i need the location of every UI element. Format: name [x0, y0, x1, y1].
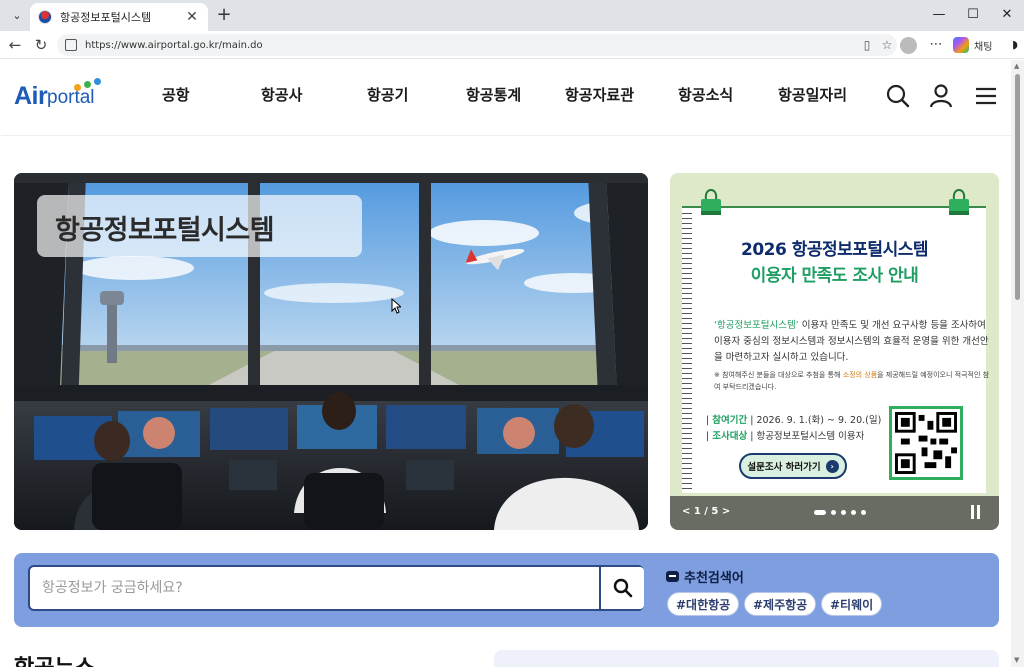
- banner-title: 2026 항공정보포털시스템: [741, 240, 929, 260]
- maximize-button[interactable]: ☐: [956, 4, 990, 26]
- nav-item-airport[interactable]: 공항: [162, 84, 190, 105]
- recommended-title-text: 추천검색어: [684, 571, 744, 586]
- search-icon: [613, 578, 632, 598]
- search-button[interactable]: [599, 567, 644, 609]
- airportal-logo[interactable]: Air portal: [14, 76, 106, 110]
- site-favicon-icon: [38, 10, 52, 24]
- keyword-chip[interactable]: #티웨이: [821, 592, 883, 616]
- banner-subtitle: 이용자 만족도 조사 안내: [750, 266, 919, 286]
- logo-dot: [74, 84, 81, 91]
- address-bar[interactable]: https://www.airportal.go.kr/main.do ▯ ☆: [57, 34, 897, 56]
- search-input[interactable]: [30, 567, 600, 609]
- window-close-button[interactable]: ✕: [990, 4, 1024, 26]
- qr-code-icon: [895, 412, 957, 474]
- next-section-panel: [494, 650, 999, 667]
- tab-actions-chevron-icon[interactable]: ⌄: [6, 5, 28, 25]
- tab-close-icon[interactable]: ✕: [184, 9, 200, 25]
- slide-dot[interactable]: [861, 510, 866, 515]
- web-page: Air portal 공항 항공사 항공기 항공통계 항공자료관 항공소식 항공…: [1, 60, 1011, 667]
- banner-note-pre: ※ 참여해주신 분들을 대상으로 추첨을 통해: [714, 371, 843, 379]
- browser-tab[interactable]: 항공정보포털시스템 ✕: [30, 3, 208, 31]
- hamburger-menu-icon[interactable]: [972, 82, 1000, 110]
- copilot-chat-button[interactable]: 채팅: [953, 34, 992, 56]
- survey-button-label: 설문조사 하러가기: [747, 462, 821, 473]
- logo-text-portal: portal: [47, 87, 95, 108]
- period-row: | 참여기간 | 2026. 9. 1.(화) ~ 9. 20.(일): [706, 415, 882, 426]
- slide-dot-active[interactable]: [814, 510, 826, 515]
- slide-dot[interactable]: [841, 510, 846, 515]
- nav-item-news[interactable]: 항공소식: [678, 84, 733, 105]
- copilot-icon: [953, 37, 969, 53]
- nav-item-airline[interactable]: 항공사: [261, 84, 302, 105]
- period-value: 2026. 9. 1.(화) ~ 9. 20.(일): [756, 415, 882, 426]
- profile-avatar-icon[interactable]: [900, 37, 917, 54]
- scroll-down-arrow-icon[interactable]: ▼: [1014, 656, 1021, 664]
- site-info-icon[interactable]: [65, 39, 77, 51]
- user-icon[interactable]: [927, 82, 955, 110]
- recommended-keywords-title: 추천검색어: [666, 567, 744, 586]
- nav-item-archive[interactable]: 항공자료관: [565, 84, 634, 105]
- period-label: 참여기간: [712, 415, 748, 426]
- speech-bubble-icon: [666, 571, 679, 582]
- hero-image: 항공정보포털시스템: [14, 173, 648, 530]
- copilot-expand-icon[interactable]: ◗: [1008, 34, 1022, 56]
- pause-icon[interactable]: [970, 505, 982, 519]
- slide-pager[interactable]: < 1 / 5 >: [682, 506, 730, 517]
- keyword-chip[interactable]: #제주항공: [744, 592, 817, 616]
- scroll-up-arrow-icon[interactable]: ▲: [1014, 62, 1021, 70]
- nav-item-statistics[interactable]: 항공통계: [466, 84, 521, 105]
- hero-title: 항공정보포털시스템: [55, 215, 275, 246]
- logo-text-air: Air: [14, 82, 48, 110]
- url-text[interactable]: https://www.airportal.go.kr/main.do: [85, 40, 857, 51]
- keyword-chip[interactable]: #대한항공: [667, 592, 740, 616]
- copilot-label: 채팅: [974, 41, 993, 53]
- banner-note-highlight: 소정의 상품: [842, 371, 878, 379]
- search-section: 추천검색어 #대한항공 #제주항공 #티웨이: [14, 553, 999, 627]
- target-row: | 조사대상 | 항공정보포털시스템 이용자: [706, 431, 865, 442]
- nav-item-aircraft[interactable]: 항공기: [367, 84, 408, 105]
- news-section-heading: 항공뉴스: [14, 650, 95, 667]
- banner-note: ※ 참여해주신 분들을 대상으로 추첨을 통해 소정의 상품을 제공해드릴 예정…: [714, 369, 990, 393]
- target-value: 항공정보포털시스템 이용자: [756, 431, 865, 442]
- hero-title-box: 항공정보포털시스템: [37, 195, 362, 257]
- slide-dot[interactable]: [851, 510, 856, 515]
- slide-dot[interactable]: [831, 510, 836, 515]
- survey-banner[interactable]: 2026 항공정보포털시스템 이용자 만족도 조사 안내 ‘항공정보포털시스템’…: [670, 173, 999, 530]
- search-box: [28, 565, 644, 611]
- logo-dot: [94, 78, 101, 85]
- back-arrow-icon[interactable]: ←: [4, 34, 26, 56]
- tab-title: 항공정보포털시스템: [60, 11, 152, 24]
- target-label: 조사대상: [712, 431, 748, 442]
- arrow-right-icon: ›: [825, 459, 839, 473]
- nav-item-jobs[interactable]: 항공일자리: [778, 84, 847, 105]
- logo-dot: [84, 81, 91, 88]
- favorite-star-icon[interactable]: ☆: [877, 38, 897, 52]
- new-tab-button[interactable]: +: [214, 5, 234, 25]
- browser-tab-bar: ⌄ 항공정보포털시스템 ✕ + — ☐ ✕: [0, 0, 1024, 31]
- site-header: Air portal 공항 항공사 항공기 항공통계 항공자료관 항공소식 항공…: [1, 60, 1011, 136]
- scrollbar-thumb[interactable]: [1015, 74, 1020, 300]
- more-options-icon[interactable]: ⋯: [926, 34, 946, 56]
- search-icon[interactable]: [884, 82, 912, 110]
- mouse-cursor-icon: [391, 298, 401, 314]
- browser-toolbar: ← ↻ https://www.airportal.go.kr/main.do …: [0, 31, 1024, 59]
- binder-clip-icon: [701, 189, 721, 215]
- slide-indicators: [814, 510, 866, 515]
- minimize-button[interactable]: —: [922, 4, 956, 26]
- qr-code: [889, 406, 963, 480]
- banner-meta: | 참여기간 | 2026. 9. 1.(화) ~ 9. 20.(일) | 조사…: [706, 413, 886, 445]
- reading-mode-icon[interactable]: ▯: [857, 38, 877, 52]
- page-scrollbar[interactable]: ▲ ▼: [1011, 60, 1024, 667]
- reload-icon[interactable]: ↻: [30, 34, 52, 56]
- binder-clip-icon: [949, 189, 969, 215]
- banner-description: ‘항공정보포털시스템’ 이용자 만족도 및 개선 요구사항 등을 조사하여 이용…: [714, 318, 990, 366]
- survey-button[interactable]: 설문조사 하러가기 ›: [739, 453, 847, 479]
- banner-desc-highlight: ‘항공정보포털시스템’: [714, 320, 799, 331]
- slider-controls: < 1 / 5 >: [670, 496, 999, 530]
